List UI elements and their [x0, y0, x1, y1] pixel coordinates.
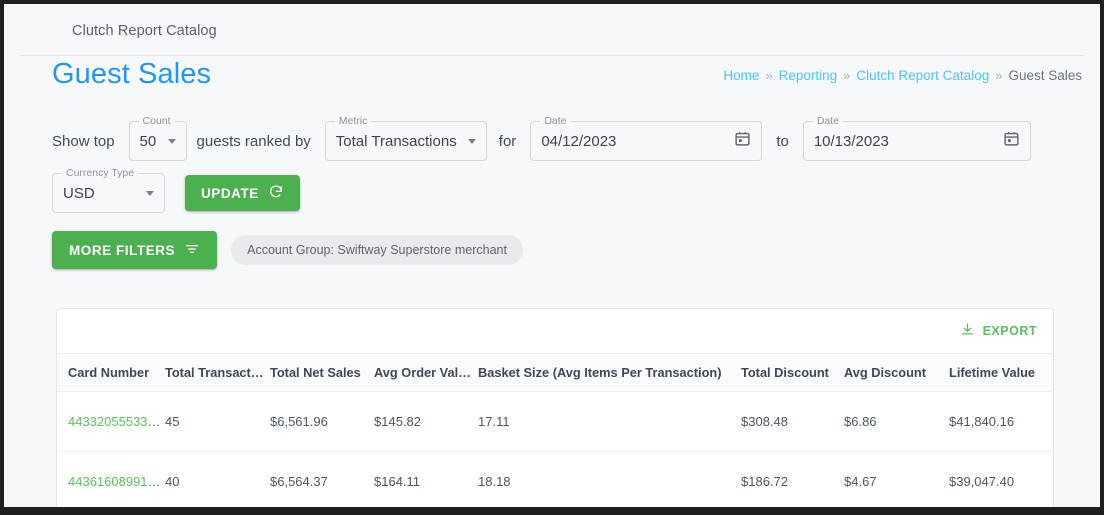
cell-total-transactions: 40 [165, 451, 270, 507]
currency-type-label: Currency Type [62, 167, 139, 179]
top-bar-title: Clutch Report Catalog [72, 23, 217, 39]
cell-total-transactions: 45 [165, 391, 270, 452]
count-select-value: 50 [139, 132, 157, 150]
cell-card-number: 4433205553373728 [57, 391, 165, 452]
page-title: Guest Sales [52, 58, 212, 90]
refresh-icon [268, 184, 284, 203]
filter-row-primary: Show top Count 50 guests ranked by Metri… [52, 115, 1100, 164]
calendar-icon[interactable] [734, 130, 751, 152]
table-toolbar: EXPORT [57, 309, 1053, 353]
date-from-field[interactable]: Date 04/12/2023 [530, 115, 763, 161]
breadcrumb: Home » Reporting » Clutch Report Catalog… [723, 68, 1082, 83]
screenshot-frame: Clutch Report Catalog Guest Sales Home »… [0, 0, 1104, 515]
filter-row-chips: MORE FILTERS Account Group: Swiftway Sup… [52, 228, 1100, 272]
breadcrumb-home[interactable]: Home [723, 68, 759, 83]
column-header-total-transactions[interactable]: Total Transact… [165, 353, 270, 392]
cell-avg-order-value: $145.82 [374, 391, 478, 452]
filter-area: Show top Count 50 guests ranked by Metri… [4, 104, 1100, 272]
for-label: for [498, 132, 517, 150]
cell-lifetime-value: $41,840.16 [949, 391, 1053, 452]
table-header-row: Card Number Total Transact… Total Net Sa… [57, 353, 1053, 392]
update-button[interactable]: UPDATE [185, 175, 300, 211]
download-icon [960, 322, 975, 340]
card-number-link[interactable]: 4433205553373728 [68, 414, 165, 429]
results-table: Card Number Total Transact… Total Net Sa… [57, 353, 1053, 507]
metric-select-label: Metric [334, 115, 372, 127]
column-header-basket-size[interactable]: Basket Size (Avg Items Per Transaction) [478, 353, 741, 392]
ranked-by-label: guests ranked by [196, 132, 311, 150]
count-select[interactable]: Count 50 [128, 115, 187, 161]
cell-avg-order-value: $164.11 [374, 451, 478, 507]
cell-total-net-sales: $6,561.96 [270, 391, 374, 452]
column-header-total-net-sales[interactable]: Total Net Sales [270, 353, 374, 392]
breadcrumb-clutch-report-catalog[interactable]: Clutch Report Catalog [856, 68, 989, 83]
table-row: 4433205553373728 45 $6,561.96 $145.82 17… [57, 391, 1053, 452]
filter-row-secondary: Currency Type USD UPDATE [52, 167, 1100, 216]
cell-avg-discount: $4.67 [844, 451, 949, 507]
count-select-label: Count [138, 115, 175, 127]
cell-basket-size: 17.11 [478, 391, 741, 452]
breadcrumb-separator: » [995, 68, 1003, 83]
table-row: 4436160899171076 40 $6,564.37 $164.11 18… [57, 451, 1053, 507]
more-filters-button[interactable]: MORE FILTERS [52, 231, 218, 269]
chevron-down-icon [467, 138, 476, 144]
title-row: Guest Sales Home » Reporting » Clutch Re… [4, 56, 1100, 104]
top-bar: Clutch Report Catalog [4, 4, 1100, 56]
currency-type-value: USD [63, 184, 95, 202]
card-number-link[interactable]: 4436160899171076 [68, 474, 165, 489]
column-header-avg-discount[interactable]: Avg Discount [844, 353, 949, 392]
cell-total-discount: $186.72 [741, 451, 844, 507]
currency-type-select[interactable]: Currency Type USD [52, 167, 165, 213]
chevron-down-icon [167, 138, 176, 144]
metric-select-value: Total Transactions [335, 132, 457, 150]
breadcrumb-current: Guest Sales [1008, 68, 1082, 83]
cell-basket-size: 18.18 [478, 451, 741, 507]
table-body: 4433205553373728 45 $6,561.96 $145.82 17… [57, 391, 1053, 507]
date-to-label: Date [812, 115, 844, 127]
to-label: to [776, 132, 789, 150]
date-from-label: Date [540, 115, 571, 127]
column-header-card-number[interactable]: Card Number [57, 353, 165, 392]
results-table-card: EXPORT Card Number Total Transact… Total… [56, 308, 1054, 507]
column-header-avg-order-value[interactable]: Avg Order Val… [374, 353, 478, 392]
update-button-label: UPDATE [201, 185, 259, 201]
cell-lifetime-value: $39,047.40 [949, 451, 1053, 507]
cell-total-net-sales: $6,564.37 [270, 451, 374, 507]
date-from-value: 04/12/2023 [541, 132, 617, 150]
show-top-label: Show top [52, 132, 115, 150]
export-button[interactable]: EXPORT [960, 322, 1037, 340]
date-to-field[interactable]: Date 10/13/2023 [802, 115, 1031, 161]
metric-select[interactable]: Metric Total Transactions [324, 115, 487, 161]
export-button-label: EXPORT [982, 324, 1037, 338]
table-head: Card Number Total Transact… Total Net Sa… [57, 353, 1053, 392]
breadcrumb-separator: » [765, 68, 773, 83]
page-root: Clutch Report Catalog Guest Sales Home »… [4, 4, 1100, 507]
filter-icon [184, 241, 200, 260]
chevron-down-icon [146, 190, 154, 196]
calendar-icon[interactable] [1003, 130, 1020, 152]
cell-total-discount: $308.48 [741, 391, 844, 452]
breadcrumb-separator: » [843, 68, 851, 83]
breadcrumb-reporting[interactable]: Reporting [779, 68, 838, 83]
cell-avg-discount: $6.86 [844, 391, 949, 452]
cell-card-number: 4436160899171076 [57, 451, 165, 507]
column-header-lifetime-value[interactable]: Lifetime Value [949, 353, 1053, 392]
date-to-value: 10/13/2023 [813, 132, 889, 150]
active-filter-chip[interactable]: Account Group: Swiftway Superstore merch… [231, 235, 523, 265]
more-filters-button-label: MORE FILTERS [69, 242, 176, 258]
column-header-total-discount[interactable]: Total Discount [741, 353, 844, 392]
